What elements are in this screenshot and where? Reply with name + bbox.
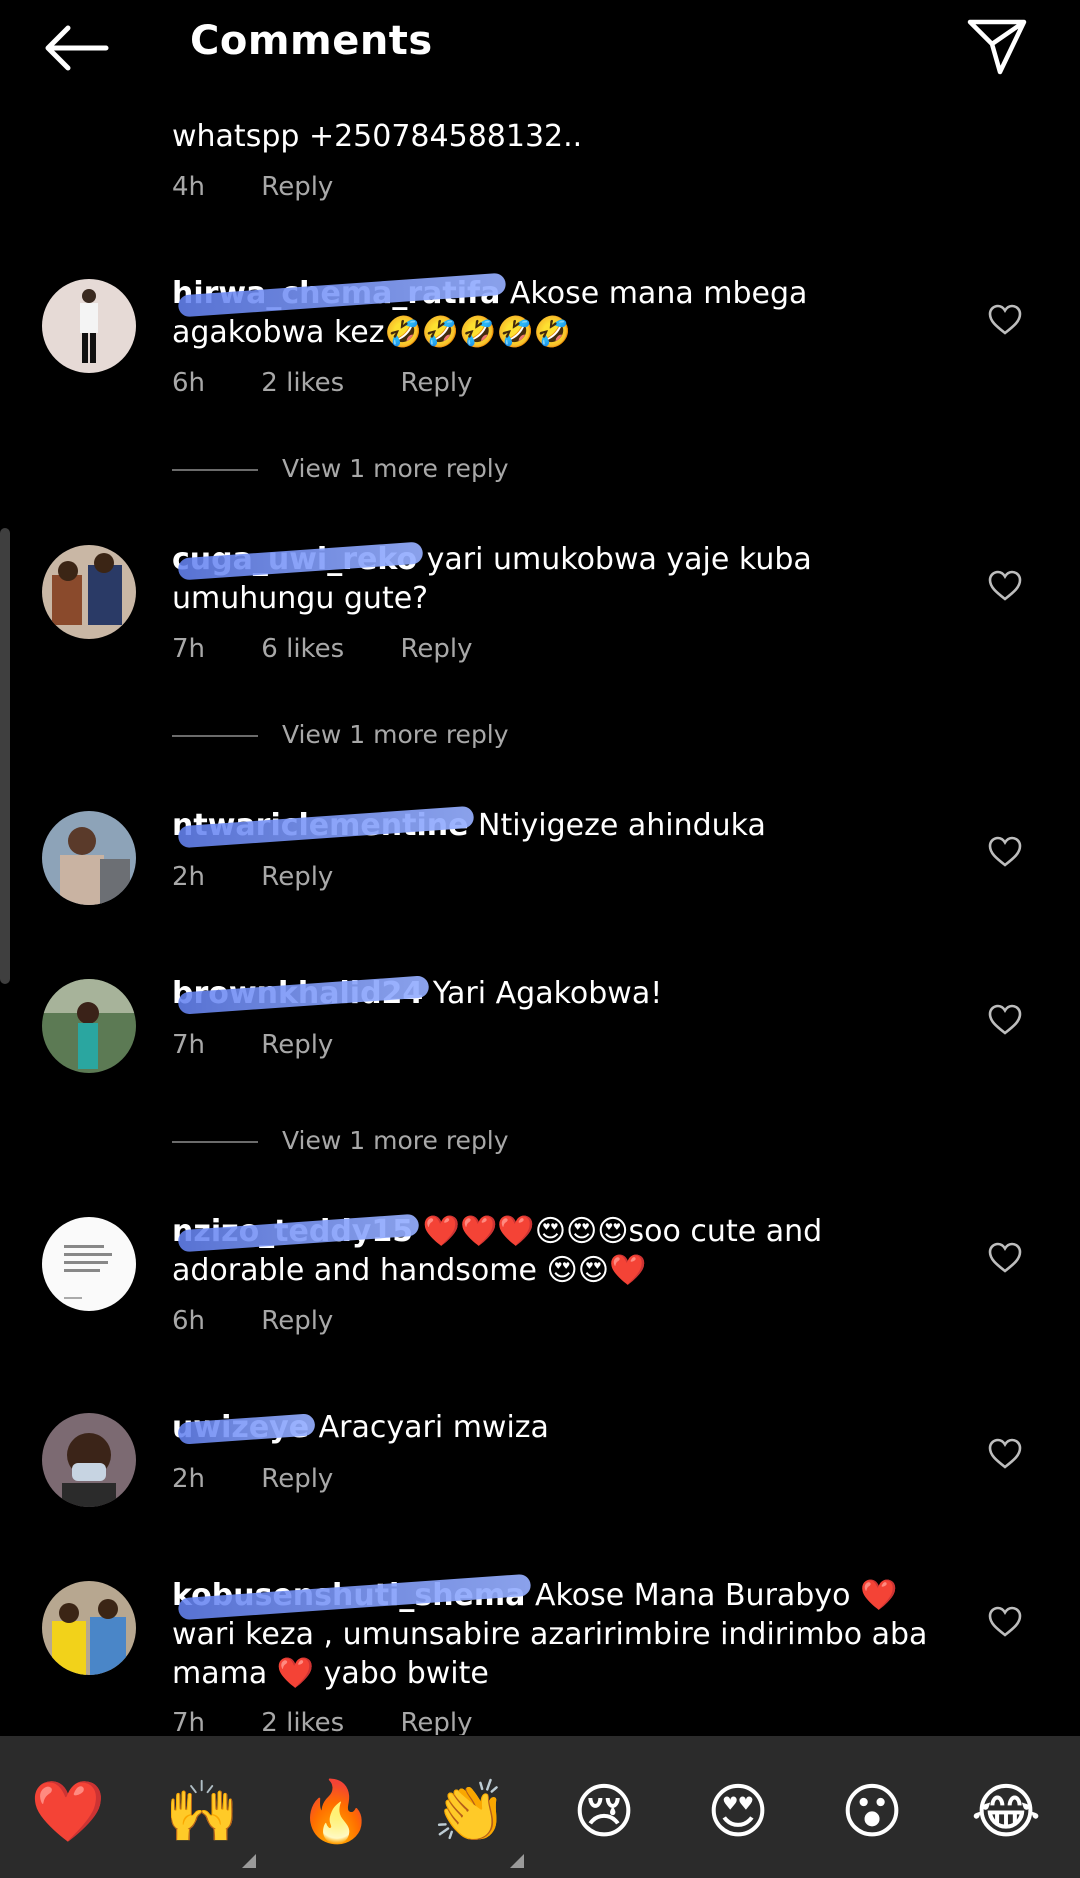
arrow-left-icon	[45, 25, 109, 71]
comment-username[interactable]: brownkhalid24	[172, 975, 430, 1015]
heart-icon[interactable]	[988, 1438, 1022, 1470]
emoji-heart-eyes-button[interactable]: 😍	[696, 1770, 780, 1854]
avatar[interactable]	[42, 279, 136, 373]
avatar[interactable]	[42, 545, 136, 639]
comment-text: nzizo_teddy15 ❤️❤️❤️😍😍😍soo cute and ador…	[172, 1212, 952, 1290]
comment-likes[interactable]: 6 likes	[261, 634, 344, 664]
comment-time: 2h	[172, 1464, 206, 1494]
view-more-replies[interactable]: View 1 more reply	[172, 718, 509, 752]
view-more-label: View 1 more reply	[282, 720, 509, 749]
comment-username[interactable]: ntwariclementine	[172, 805, 475, 849]
emoji-laughing-button[interactable]: 😂	[964, 1770, 1048, 1854]
avatar[interactable]	[42, 1413, 136, 1507]
comment-username[interactable]: kobusenshuti_shema	[172, 1573, 532, 1621]
comment-time: 4h	[172, 172, 206, 202]
avatar[interactable]	[42, 811, 136, 905]
comment-likes[interactable]: 2 likes	[261, 368, 344, 398]
comment-meta: 2h Reply	[172, 1462, 381, 1496]
heart-icon[interactable]	[988, 1242, 1022, 1274]
divider	[172, 469, 258, 471]
paper-plane-icon	[967, 19, 1027, 75]
reply-button[interactable]: Reply	[401, 1708, 473, 1735]
view-more-label: View 1 more reply	[282, 454, 509, 483]
emoji-heart-button[interactable]: ❤️	[26, 1770, 110, 1854]
reply-button[interactable]: Reply	[261, 1306, 333, 1336]
emoji-quick-bar: ❤️ 🙌 🔥 👏 😢 😍 😮 😂	[0, 1736, 1080, 1878]
view-more-replies[interactable]: View 1 more reply	[172, 452, 509, 486]
heart-icon[interactable]	[988, 304, 1022, 336]
avatar[interactable]	[42, 1581, 136, 1675]
page-title: Comments	[190, 18, 433, 64]
comment-text: hirwa_chema_ratifa Akose mana mbega agak…	[172, 272, 952, 352]
divider	[172, 1141, 258, 1143]
comment-meta: 6h Reply	[172, 1304, 381, 1338]
comment-text: whatspp +250784588132..	[172, 119, 583, 154]
comment-username[interactable]: hirwa_chema_ratifa	[172, 272, 507, 318]
back-button[interactable]	[40, 22, 110, 74]
reply-button[interactable]: Reply	[261, 172, 333, 202]
avatar[interactable]	[42, 1217, 136, 1311]
heart-icon[interactable]	[988, 1606, 1022, 1638]
comment-text: kobusenshuti_shema Akose Mana Burabyo ❤️…	[172, 1573, 952, 1693]
emoji-fire-button[interactable]: 🔥	[294, 1770, 378, 1854]
emoji-surprised-button[interactable]: 😮	[830, 1770, 914, 1854]
comment-time: 7h	[172, 1030, 206, 1060]
comment-meta: 7h 2 likes Reply	[172, 1706, 521, 1735]
emoji-glyph: 👏	[432, 1777, 508, 1847]
comment-meta: 7h 6 likes Reply	[172, 632, 521, 666]
comment-meta: 7h Reply	[172, 1028, 381, 1062]
comment-meta: 4h Reply	[172, 170, 381, 204]
reply-button[interactable]: Reply	[401, 368, 473, 398]
comment-text: ntwariclementine Ntiyigeze ahinduka	[172, 805, 952, 849]
share-button[interactable]	[966, 16, 1028, 76]
comment-text: uwizeye Aracyari mwiza	[172, 1408, 952, 1447]
reply-button[interactable]: Reply	[261, 1464, 333, 1494]
comment-text: cuga_uwi_reko yari umukobwa yaje kuba um…	[172, 540, 952, 618]
comment-time: 7h	[172, 1708, 206, 1735]
comment-username[interactable]: cuga_uwi_reko	[172, 541, 424, 581]
emoji-raised-hands-button[interactable]: 🙌	[160, 1770, 256, 1868]
emoji-clap-button[interactable]: 👏	[428, 1770, 524, 1868]
comment-body: Ntiyigeze ahinduka	[478, 808, 766, 843]
reply-button[interactable]: Reply	[401, 634, 473, 664]
comment-body: Aracyari mwiza	[318, 1410, 549, 1445]
reply-button[interactable]: Reply	[261, 1030, 333, 1060]
comment-text: brownkhalid24 Yari Agakobwa!	[172, 974, 952, 1015]
comment-likes[interactable]: 2 likes	[261, 1708, 344, 1735]
reply-button[interactable]: Reply	[261, 862, 333, 892]
heart-icon[interactable]	[988, 836, 1022, 868]
heart-icon[interactable]	[988, 570, 1022, 602]
skin-tone-indicator	[242, 1854, 256, 1868]
comment-time: 2h	[172, 862, 206, 892]
comment-username[interactable]: uwizeye	[172, 1410, 316, 1445]
scrollbar[interactable]	[0, 528, 10, 984]
comment-time: 6h	[172, 368, 206, 398]
comment-body: Yari Agakobwa!	[432, 976, 663, 1011]
comment-meta: 6h 2 likes Reply	[172, 366, 521, 400]
comment-time: 6h	[172, 1306, 206, 1336]
comment-time: 7h	[172, 634, 206, 664]
avatar[interactable]	[42, 979, 136, 1073]
emoji-glyph: 🙌	[164, 1777, 240, 1847]
comments-list: whatspp +250784588132.. 4h Reply hirwa_c…	[0, 0, 1080, 1735]
comment-username[interactable]: nzizo_teddy15	[172, 1213, 420, 1253]
heart-icon[interactable]	[988, 1004, 1022, 1036]
view-more-replies[interactable]: View 1 more reply	[172, 1124, 509, 1158]
emoji-crying-button[interactable]: 😢	[562, 1770, 646, 1854]
divider	[172, 735, 258, 737]
header: Comments	[0, 0, 1080, 100]
view-more-label: View 1 more reply	[282, 1126, 509, 1155]
skin-tone-indicator	[510, 1854, 524, 1868]
comment-meta: 2h Reply	[172, 860, 381, 894]
